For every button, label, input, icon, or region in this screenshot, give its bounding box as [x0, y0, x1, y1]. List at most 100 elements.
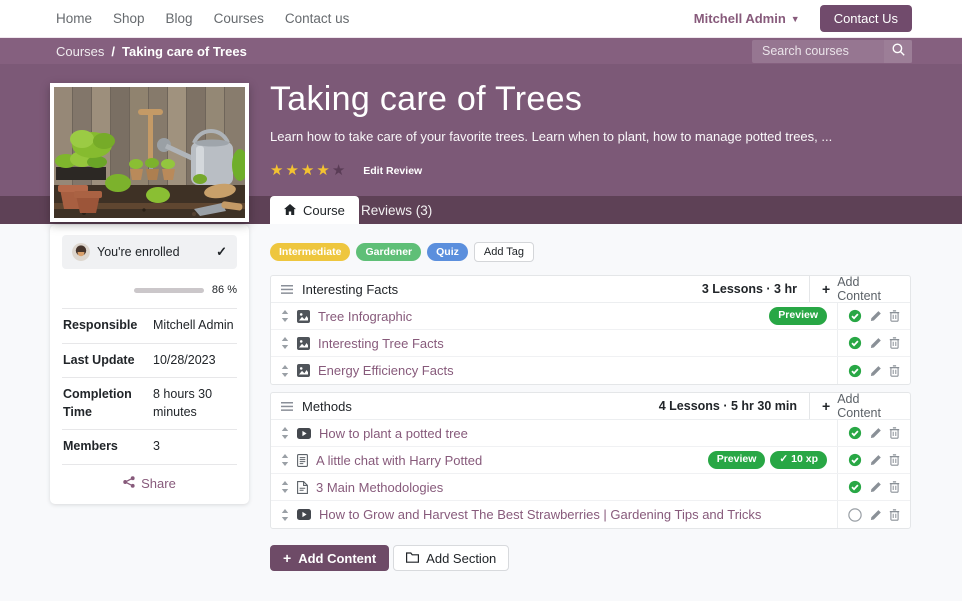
add-content-button[interactable]: + Add Content — [809, 276, 910, 302]
enrolled-label: You're enrolled — [97, 245, 209, 259]
lesson-link[interactable]: Energy Efficiency Facts — [318, 363, 454, 378]
nav-item-blog[interactable]: Blog — [166, 11, 193, 26]
nav-item-contact-us[interactable]: Contact us — [285, 11, 350, 26]
content-row: Interesting Tree Facts — [271, 330, 910, 357]
edit-icon[interactable] — [870, 310, 882, 322]
content-row: A little chat with Harry Potted Preview … — [271, 447, 910, 474]
edit-icon[interactable] — [870, 454, 882, 466]
user-menu-dropdown[interactable]: Mitchell Admin ▼ — [694, 11, 800, 26]
breadcrumb-separator: / — [111, 44, 115, 59]
delete-icon[interactable] — [889, 427, 900, 439]
drag-handle-icon[interactable] — [271, 402, 302, 411]
drag-handle-icon[interactable] — [271, 337, 297, 349]
section-meta: 3 Lessons · 3 hr — [702, 282, 809, 296]
row-right — [837, 474, 910, 500]
section-header: Methods 4 Lessons · 5 hr 30 min + Add Co… — [271, 393, 910, 420]
lesson-link[interactable]: How to Grow and Harvest The Best Strawbe… — [319, 507, 761, 522]
star-icon[interactable]: ★ — [332, 163, 345, 178]
detail-label: Responsible — [63, 317, 153, 335]
contact-us-button[interactable]: Contact Us — [820, 5, 912, 32]
star-icon[interactable]: ★ — [316, 163, 329, 178]
edit-review-link[interactable]: Edit Review — [363, 165, 422, 177]
completed-icon[interactable] — [848, 453, 862, 467]
star-icon[interactable]: ★ — [285, 163, 298, 178]
row-actions — [837, 501, 910, 528]
drag-handle-icon[interactable] — [271, 365, 297, 377]
drag-handle-icon[interactable] — [271, 481, 297, 493]
detail-row-last-update: Last Update 10/28/2023 — [62, 343, 237, 378]
completed-icon[interactable] — [848, 336, 862, 350]
lesson-link[interactable]: Tree Infographic — [318, 309, 412, 324]
home-icon — [284, 203, 296, 218]
drag-handle-icon[interactable] — [271, 454, 297, 466]
row-badges: Preview — [769, 307, 837, 325]
nav-item-courses[interactable]: Courses — [214, 11, 264, 26]
nav-item-home[interactable]: Home — [56, 11, 92, 26]
lesson-link[interactable]: 3 Main Methodologies — [316, 480, 443, 495]
pdf-icon — [297, 481, 308, 494]
tab-reviews[interactable]: Reviews (3) — [361, 196, 432, 224]
row-actions — [837, 447, 910, 473]
delete-icon[interactable] — [889, 481, 900, 493]
content-row: Tree Infographic Preview — [271, 303, 910, 330]
edit-icon[interactable] — [870, 337, 882, 349]
search-input[interactable] — [752, 44, 884, 58]
edit-icon[interactable] — [870, 427, 882, 439]
delete-icon[interactable] — [889, 365, 900, 377]
lesson-link[interactable]: How to plant a potted tree — [319, 426, 468, 441]
drag-handle-icon[interactable] — [271, 310, 297, 322]
drag-handle-icon[interactable] — [271, 509, 297, 521]
course-description: Learn how to take care of your favorite … — [270, 129, 832, 144]
lesson-link[interactable]: Interesting Tree Facts — [318, 336, 444, 351]
star-icon[interactable]: ★ — [301, 163, 314, 178]
add-content-button[interactable]: + Add Content — [809, 393, 910, 419]
search-button[interactable] — [884, 40, 912, 63]
folder-icon — [406, 551, 419, 566]
drag-handle-icon[interactable] — [271, 285, 302, 294]
nav-item-shop[interactable]: Shop — [113, 11, 145, 26]
delete-icon[interactable] — [889, 509, 900, 521]
tab-course[interactable]: Course — [270, 196, 359, 224]
completed-icon[interactable] — [848, 309, 862, 323]
progress-bar — [134, 288, 204, 293]
content-row: How to plant a potted tree — [271, 420, 910, 447]
course-content: Interesting Facts 3 Lessons · 3 hr + Add… — [270, 275, 911, 536]
drag-handle-icon[interactable] — [271, 427, 297, 439]
add-section-button[interactable]: Add Section — [393, 545, 509, 571]
edit-icon[interactable] — [870, 365, 882, 377]
completed-icon[interactable] — [848, 480, 862, 494]
course-tag[interactable]: Intermediate — [270, 243, 350, 261]
detail-row-members: Members 3 — [62, 429, 237, 464]
document-icon — [297, 454, 308, 467]
completed-icon[interactable] — [848, 364, 862, 378]
check-icon: ✓ — [216, 244, 227, 260]
video-icon — [297, 509, 311, 520]
share-button[interactable]: Share — [62, 464, 237, 504]
edit-icon[interactable] — [870, 481, 882, 493]
preview-badge: Preview — [708, 451, 766, 469]
row-right: Preview — [769, 303, 910, 329]
section-title: Interesting Facts — [302, 282, 398, 297]
add-content-primary-button[interactable]: + Add Content — [270, 545, 389, 571]
breadcrumb-courses-link[interactable]: Courses — [56, 44, 104, 59]
delete-icon[interactable] — [889, 310, 900, 322]
star-icon[interactable]: ★ — [270, 163, 283, 178]
progress-percent: 86 % — [212, 284, 237, 296]
lesson-link[interactable]: A little chat with Harry Potted — [316, 453, 482, 468]
content-row: Energy Efficiency Facts — [271, 357, 910, 384]
row-actions — [837, 357, 910, 384]
progress-row: 86 % — [62, 269, 237, 308]
nav-menu: Home Shop Blog Courses Contact us — [56, 11, 349, 26]
completed-icon[interactable] — [848, 508, 862, 522]
detail-label: Last Update — [63, 352, 153, 370]
delete-icon[interactable] — [889, 454, 900, 466]
image-icon — [297, 337, 310, 350]
row-right — [837, 330, 910, 356]
add-tag-button[interactable]: Add Tag — [474, 242, 534, 262]
course-tag[interactable]: Quiz — [427, 243, 468, 261]
delete-icon[interactable] — [889, 337, 900, 349]
course-tag[interactable]: Gardener — [356, 243, 421, 261]
edit-icon[interactable] — [870, 509, 882, 521]
plus-icon: + — [822, 282, 830, 296]
completed-icon[interactable] — [848, 426, 862, 440]
